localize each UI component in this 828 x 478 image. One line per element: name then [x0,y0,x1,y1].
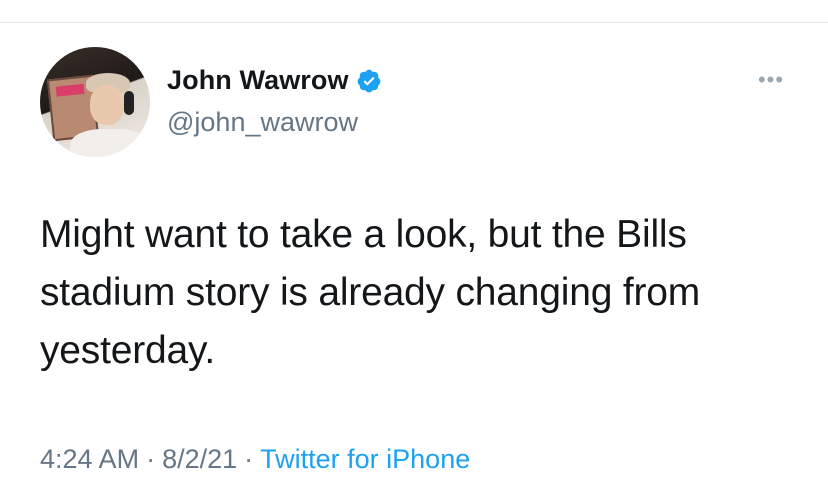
meta-separator: · [146,444,156,474]
top-divider [0,22,828,23]
avatar[interactable] [40,47,150,157]
verified-badge-icon [357,69,380,92]
tweet-date[interactable]: 8/2/21 [162,444,237,474]
meta-separator: · [244,444,254,474]
author-name-row[interactable]: John Wawrow [167,65,382,96]
avatar-face [90,85,124,125]
more-dots-icon[interactable]: ••• [751,62,791,98]
headphone-icon [124,91,134,115]
author-display-name[interactable]: John Wawrow [167,65,349,96]
avatar-shirt [70,129,150,157]
tweet-meta: 4:24 AM · 8/2/21 · Twitter for iPhone [40,444,470,475]
tweet-time[interactable]: 4:24 AM [40,444,139,474]
tweet-text: Might want to take a look, but the Bills… [40,213,701,372]
author-handle[interactable]: @john_wawrow [167,107,358,138]
tweet-source-link[interactable]: Twitter for iPhone [260,444,470,474]
